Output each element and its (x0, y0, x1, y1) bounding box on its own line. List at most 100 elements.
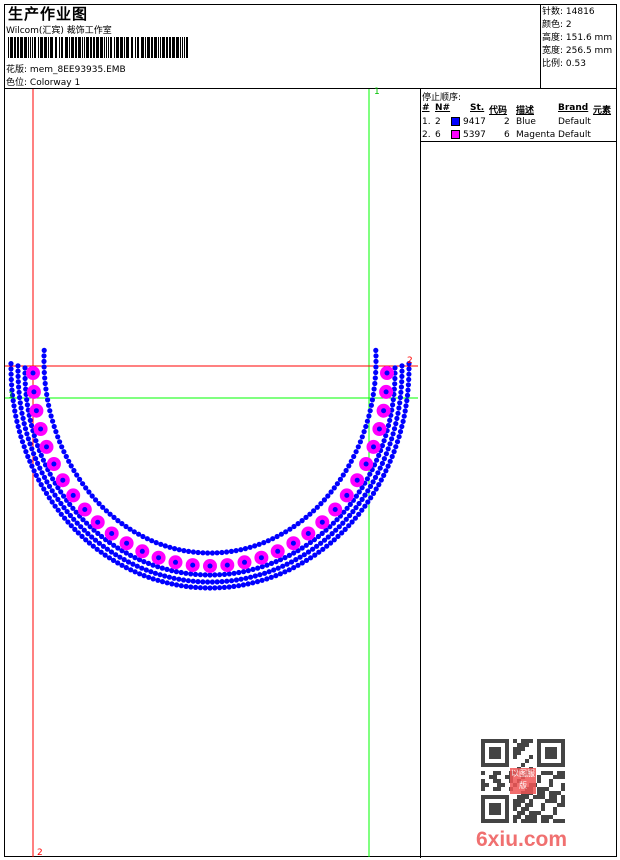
qr-module (549, 751, 553, 755)
qr-module (529, 755, 533, 759)
qr-module (501, 739, 505, 743)
blue-stitch-row (53, 429, 59, 435)
flower-center (290, 540, 296, 546)
qr-module (485, 739, 489, 743)
blue-stitch-row (373, 486, 379, 492)
blue-stitch-row (376, 452, 382, 458)
blue-stitch-row (155, 577, 161, 583)
blue-stitch-row (178, 569, 184, 576)
blue-stitch-row (250, 566, 256, 573)
blue-stitch-row (15, 423, 21, 430)
qr-module (517, 815, 521, 819)
blue-stitch-row (63, 453, 69, 460)
qr-module (505, 743, 509, 747)
qr-module (497, 807, 501, 811)
blue-stitch-row (29, 446, 35, 452)
blue-stitch-row (183, 570, 189, 576)
blue-stitch-row (405, 382, 411, 388)
qr-module (489, 763, 493, 767)
blue-stitch-row (192, 571, 199, 578)
qr-module (481, 751, 485, 755)
qr-module (513, 803, 517, 807)
qr-module (485, 783, 489, 787)
blue-stitch-row (25, 453, 31, 460)
col-header: N# (435, 103, 451, 113)
blue-stitch-row (247, 544, 253, 550)
blue-stitch-row (376, 482, 382, 488)
blue-stitch-row (162, 573, 168, 579)
blue-stitch-row (193, 584, 199, 591)
blue-stitch-row (25, 436, 31, 442)
blue-stitch-row (325, 493, 331, 499)
blue-stitch-row (8, 371, 14, 377)
qr-module (497, 811, 501, 815)
blue-stitch-row (19, 439, 26, 445)
blue-stitch-row (268, 560, 275, 567)
flower-center (70, 492, 76, 498)
col-header: 描述 (516, 106, 535, 116)
qr-module (497, 755, 501, 759)
qr-module (533, 811, 537, 815)
color-swatch-blue (451, 117, 460, 126)
blue-stitch-row (39, 470, 45, 476)
qr-module (489, 751, 493, 755)
blue-stitch-row (164, 580, 170, 586)
blue-stitch-row (231, 570, 237, 576)
blue-stitch-row (346, 463, 352, 469)
blue-stitch-row (61, 449, 67, 455)
qr-module (513, 819, 517, 823)
qr-module (553, 747, 557, 751)
blue-stitch-row (356, 489, 362, 495)
blue-stitch-row (200, 579, 206, 585)
guide-marker-red-bottom: 2 (37, 848, 43, 858)
blue-stitch-row (15, 368, 21, 374)
qr-module (545, 739, 549, 743)
qr-module (505, 739, 509, 743)
blue-stitch-row (58, 500, 64, 507)
qr-module (537, 779, 541, 783)
flower-center (275, 548, 281, 554)
blue-stitch-row (372, 380, 378, 387)
blue-stitch-row (273, 573, 279, 579)
qr-module (537, 751, 541, 755)
blue-stitch-row (275, 565, 281, 571)
blue-stitch-row (51, 423, 57, 430)
flower-center (124, 540, 130, 546)
qr-module (497, 803, 501, 807)
blue-stitch-row (373, 364, 379, 370)
qr-module (505, 815, 509, 819)
blue-stitch-row (8, 361, 14, 367)
blue-stitch-row (379, 460, 385, 466)
blue-stitch-row (202, 572, 208, 578)
qr-module (529, 739, 533, 743)
qr-module (561, 743, 565, 747)
blue-stitch-row (157, 572, 163, 578)
qr-module (517, 747, 521, 751)
blue-stitch-row (405, 387, 411, 393)
blue-stitch-row (46, 402, 52, 408)
blue-stitch-row (23, 449, 29, 455)
blue-stitch-row (389, 453, 395, 460)
flower-center (319, 519, 325, 525)
qr-module (557, 775, 561, 779)
blue-stitch-row (396, 405, 402, 411)
qr-module (481, 787, 485, 791)
blue-stitch-row (30, 451, 37, 457)
qr-module (537, 759, 541, 763)
blue-stitch-row (369, 397, 375, 403)
blue-stitch-row (406, 376, 412, 383)
qr-module (493, 787, 497, 791)
blue-stitch-row (134, 563, 140, 569)
blue-stitch-row (146, 574, 152, 580)
blue-stitch-row (364, 418, 370, 424)
blue-stitch-row (202, 585, 208, 591)
qr-module (557, 819, 561, 823)
blue-stitch-row (406, 371, 412, 377)
blue-stitch-row (356, 511, 362, 517)
flower-center (51, 461, 57, 467)
blue-stitch-row (162, 543, 168, 549)
blue-stitch-row (197, 572, 203, 578)
col-header: 代码 (489, 106, 508, 116)
qr-module (549, 795, 553, 799)
blue-stitch-row (52, 492, 58, 498)
